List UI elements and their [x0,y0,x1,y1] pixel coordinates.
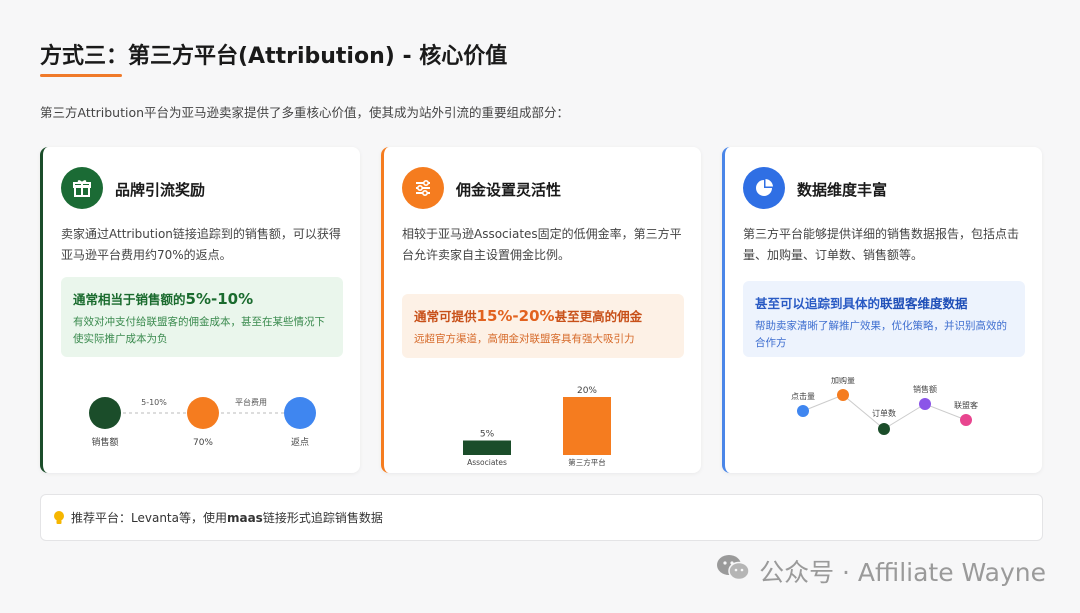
bar-1 [563,397,611,455]
page-title: 方式三：第三方平台(Attribution) - 核心价值 [40,44,508,69]
card-description: 相较于亚马逊Associates固定的低佣金率，第三方平台允许卖家自主设置佣金比… [402,227,682,262]
card-title: 数据维度丰富 [797,181,888,199]
highlight-value: 联盟客维度数据 [880,296,968,311]
watermark: 公众号 · Affiliate Wayne [715,553,1046,589]
card-description: 卖家通过Attribution链接追踪到的销售额，可以获得亚马逊平台费用约70%… [61,227,341,262]
bar-data-label: 20% [577,386,597,396]
data-point-label: 加购量 [831,377,855,385]
data-point-label: 订单数 [872,408,896,418]
watermark-text: 公众号 · Affiliate Wayne [759,558,1046,587]
data-point-label: 销售额 [913,384,937,394]
data-point-label: 联盟客 [954,400,978,410]
data-point [960,414,972,426]
flow-edge-label: 5-10% [141,398,167,407]
bar-data-label: 5% [480,430,495,440]
sliders-icon [402,167,444,209]
tip-suffix: 链接形式追踪销售数据 [262,511,383,525]
highlight-sub: 远超官方渠道，高佣金对联盟客具有强大吸引力 [414,333,635,345]
data-points-diagram: 点击量 加购量 订单数 销售额 联盟客 [791,377,978,435]
tip-bold: maas [226,510,263,525]
card-commission-flexibility: 佣金设置灵活性 相较于亚马逊Associates固定的低佣金率，第三方平台允许卖… [381,147,701,473]
intro-text: 第三方Attribution平台为亚马逊卖家提供了多重核心价值，使其成为站外引流… [40,105,570,120]
pie-chart-icon [743,167,785,209]
flow-node [284,397,316,429]
highlight-sub: 有效对冲支付给联盟客的佣金成本，甚至在某些情况下使实际推广成本为负 [73,316,325,345]
highlight-value: 5%-10% [185,290,254,308]
data-point [837,389,849,401]
flow-diagram: 5-10% 平台费用 销售额 70% 返点 [89,397,316,448]
highlight-main: 甚至可以追踪到具体的联盟客维度数据 [755,296,968,311]
data-point [919,398,931,410]
title-underline [40,74,122,77]
tip-prefix: 推荐平台：Levanta等，使用 [71,511,227,525]
bar-category-label: Associates [467,458,507,467]
card-title: 佣金设置灵活性 [456,181,562,199]
highlight-box: 通常可提供15%-20%甚至更高的佣金 远超官方渠道，高佣金对联盟客具有强大吸引… [402,294,684,358]
flow-node-label: 返点 [291,436,309,448]
bar-0 [463,440,511,455]
card-brand-reward: 品牌引流奖励 卖家通过Attribution链接追踪到的销售额，可以获得亚马逊平… [40,147,360,473]
flow-node [187,397,219,429]
flow-node-label: 70% [193,438,213,448]
recommendation-tip: 推荐平台：Levanta等，使用 maas 链接形式追踪销售数据 [40,494,1043,541]
lightbulb-icon [53,510,65,526]
card-data-dimensions: 数据维度丰富 第三方平台能够提供详细的销售数据报告，包括点击量、加购量、订单数、… [722,147,1042,473]
highlight-box: 通常相当于销售额的5%-10% 有效对冲支付给联盟客的佣金成本，甚至在某些情况下… [61,277,343,357]
data-point [797,405,809,417]
commission-bar-chart: 5% Associates 20% 第三方平台 [463,386,611,467]
flow-node-label: 销售额 [91,436,118,448]
highlight-value: 15%-20% [476,307,555,325]
flow-edge-label: 平台费用 [235,397,267,407]
card-description: 第三方平台能够提供详细的销售数据报告，包括点击量、加购量、订单数、销售额等。 [743,227,1020,262]
bar-category-label: 第三方平台 [568,457,606,467]
highlight-sub: 帮助卖家清晰了解推广效果，优化策略，并识别高效的合作方 [755,320,1007,349]
flow-node [89,397,121,429]
card-title: 品牌引流奖励 [115,181,206,199]
highlight-main: 通常可提供15%-20%甚至更高的佣金 [414,307,643,325]
highlight-box: 甚至可以追踪到具体的联盟客维度数据 帮助卖家清晰了解推广效果，优化策略，并识别高… [743,281,1025,357]
gift-icon [61,167,103,209]
data-point-label: 点击量 [791,391,815,401]
highlight-main: 通常相当于销售额的5%-10% [73,290,254,308]
data-point [878,423,890,435]
wechat-icon [715,553,751,589]
